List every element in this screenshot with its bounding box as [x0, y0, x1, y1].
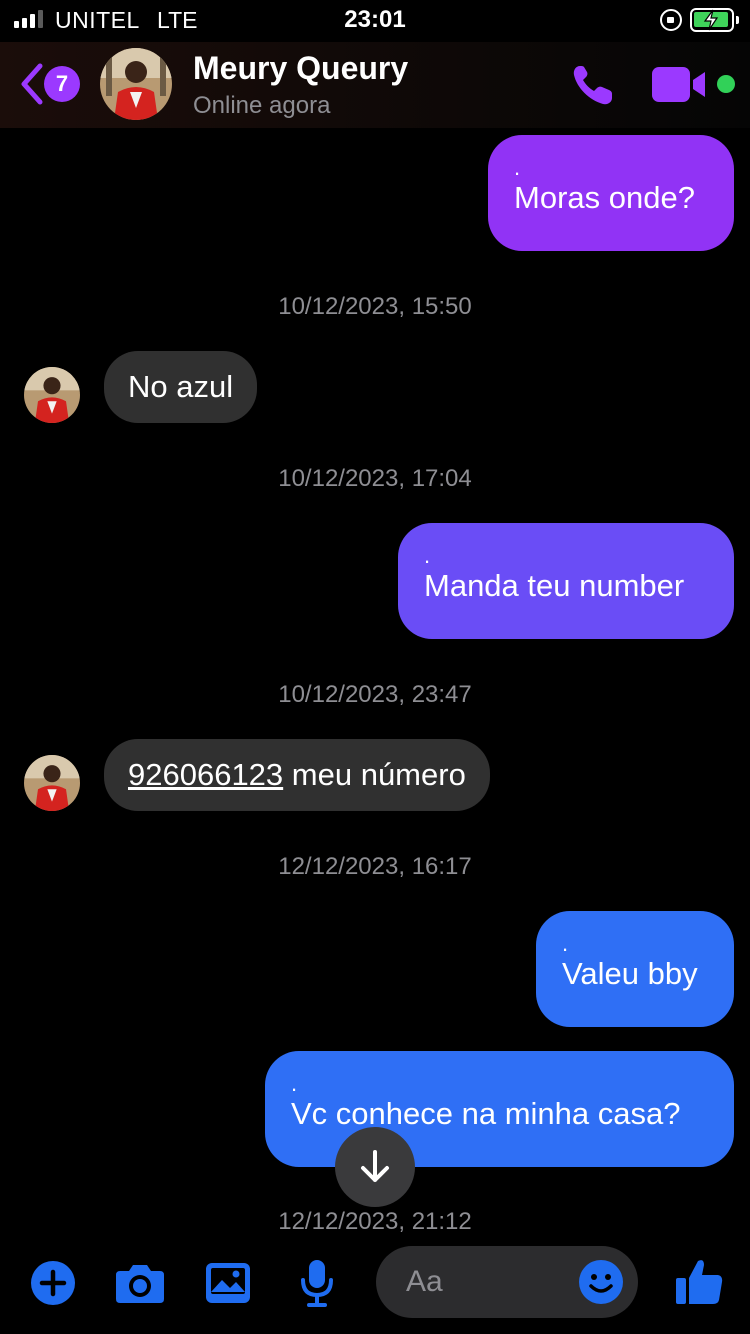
contact-name[interactable]: Meury Queury [193, 50, 408, 87]
back-icon[interactable] [16, 62, 46, 106]
chat-header: 7 Meury Queury Online agora [0, 42, 750, 128]
message-text: Vc conhece na minha casa? [291, 1096, 681, 1131]
outgoing-message[interactable]: . Moras onde? [488, 135, 734, 251]
rotation-lock-icon [660, 9, 682, 31]
message-text: meu número [283, 757, 466, 792]
camera-icon[interactable] [115, 1262, 165, 1304]
unread-badge[interactable]: 7 [44, 66, 80, 102]
avatar[interactable] [100, 48, 172, 120]
composer-bar [0, 1232, 750, 1334]
timestamp: 10/12/2023, 15:50 [278, 293, 472, 320]
gallery-icon[interactable] [205, 1262, 251, 1304]
outgoing-message[interactable]: . Manda teu number [398, 523, 734, 639]
plus-icon[interactable] [30, 1260, 76, 1306]
microphone-icon[interactable] [299, 1258, 335, 1308]
message-text: Valeu bby [562, 956, 698, 991]
thumbs-up-icon[interactable] [674, 1256, 724, 1306]
scroll-down-button[interactable] [335, 1127, 415, 1207]
online-indicator [717, 75, 735, 93]
video-icon[interactable] [652, 66, 708, 104]
timestamp: 12/12/2023, 21:12 [278, 1208, 472, 1232]
incoming-message[interactable]: No azul [104, 351, 258, 423]
phone-number-link[interactable]: 926066123 [128, 757, 283, 792]
timestamp: 10/12/2023, 23:47 [278, 681, 472, 708]
message-text: No azul [128, 369, 234, 404]
status-bar: UNITEL LTE 23:01 [0, 0, 750, 42]
arrow-down-icon [361, 1150, 389, 1182]
call-icon[interactable] [570, 62, 616, 108]
timestamp: 12/12/2023, 16:17 [278, 853, 472, 880]
battery-icon [690, 8, 739, 32]
incoming-message[interactable]: 926066123 meu número [104, 739, 490, 811]
avatar[interactable] [24, 755, 80, 811]
message-text: Manda teu number [424, 568, 685, 603]
contact-status: Online agora [193, 92, 331, 119]
message-text: Moras onde? [514, 180, 695, 215]
avatar[interactable] [24, 367, 80, 423]
timestamp: 10/12/2023, 17:04 [278, 465, 472, 492]
emoji-icon[interactable] [578, 1259, 624, 1305]
message-input-field[interactable] [376, 1246, 638, 1318]
clock: 23:01 [344, 6, 406, 33]
message-input[interactable] [406, 1260, 586, 1304]
outgoing-message[interactable]: . Vc conhece na minha casa? [265, 1051, 734, 1167]
outgoing-message[interactable]: . Valeu bby [536, 911, 734, 1027]
